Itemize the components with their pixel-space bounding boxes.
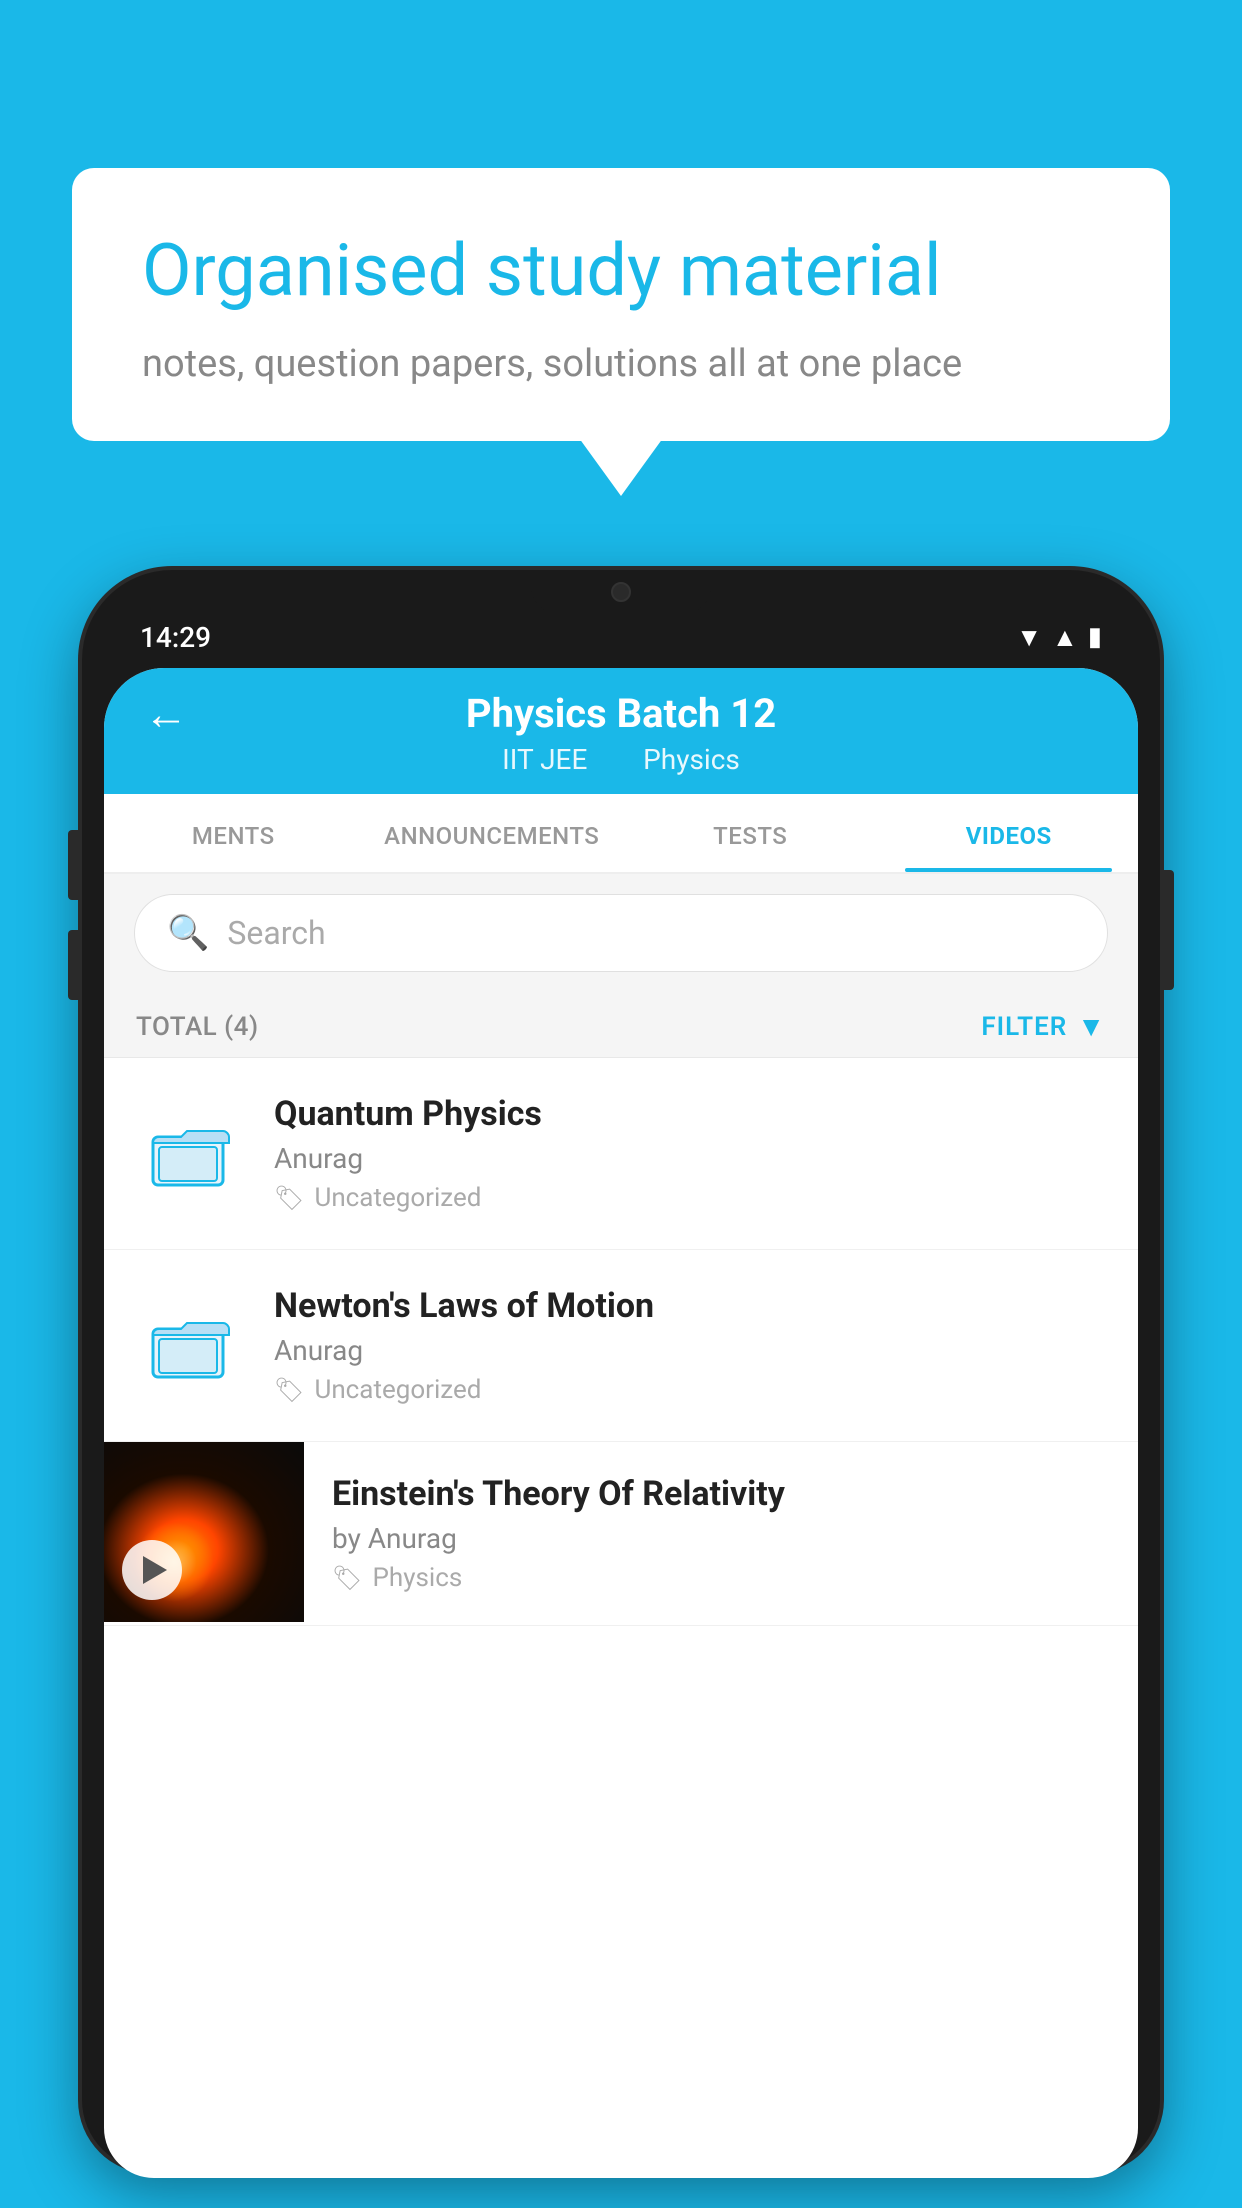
- search-icon: 🔍: [167, 913, 209, 953]
- bubble-title: Organised study material: [142, 228, 1100, 314]
- tag-label: Uncategorized: [314, 1375, 481, 1405]
- thumb-item-info: Einstein's Theory Of Relativity by Anura…: [304, 1442, 1138, 1625]
- wifi-icon: ▼: [1016, 622, 1042, 653]
- power-button: [1160, 870, 1174, 990]
- header-title: Physics Batch 12: [466, 690, 776, 737]
- speech-bubble: Organised study material notes, question…: [72, 168, 1170, 441]
- tag-label: Uncategorized: [314, 1183, 481, 1213]
- tab-ments[interactable]: MENTS: [104, 794, 363, 872]
- search-container: 🔍 Search: [104, 874, 1138, 992]
- video-list: Quantum Physics Anurag 🏷 Uncategorized: [104, 1058, 1138, 1626]
- item-info: Quantum Physics Anurag 🏷 Uncategorized: [274, 1094, 1106, 1213]
- item-tag: 🏷 Uncategorized: [274, 1183, 1106, 1213]
- status-icons: ▼ ▲ ▮: [1016, 622, 1102, 653]
- phone-screen: ← Physics Batch 12 IIT JEE Physics MENTS…: [104, 668, 1138, 2178]
- tag-icon: 🏷: [274, 1184, 304, 1212]
- tab-videos[interactable]: VIDEOS: [880, 794, 1139, 872]
- thumb-background: [104, 1442, 304, 1622]
- battery-icon: ▮: [1088, 622, 1102, 652]
- item-author: Anurag: [274, 1334, 1106, 1367]
- tag-icon: 🏷: [332, 1564, 362, 1592]
- filter-funnel-icon: ▼: [1077, 1010, 1106, 1043]
- side-buttons-left: [68, 830, 82, 1000]
- video-item[interactable]: Quantum Physics Anurag 🏷 Uncategorized: [104, 1058, 1138, 1250]
- tab-tests[interactable]: TESTS: [621, 794, 880, 872]
- camera: [611, 582, 631, 602]
- tag-icon: 🏷: [274, 1376, 304, 1404]
- folder-icon: [151, 1311, 231, 1381]
- phone-frame: 14:29 ▼ ▲ ▮ ← Physics Batch 12 IIT JEE P…: [82, 570, 1160, 2208]
- volume-down-button: [68, 930, 82, 1000]
- header-row: ← Physics Batch 12: [144, 690, 1098, 737]
- play-triangle-icon: [143, 1556, 167, 1584]
- bubble-subtitle: notes, question papers, solutions all at…: [142, 342, 1100, 386]
- item-author: by Anurag: [332, 1522, 1110, 1555]
- item-author: Anurag: [274, 1142, 1106, 1175]
- item-tag: 🏷 Uncategorized: [274, 1375, 1106, 1405]
- item-info: Newton's Laws of Motion Anurag 🏷 Uncateg…: [274, 1286, 1106, 1405]
- header-subtitle: IIT JEE Physics: [488, 743, 754, 776]
- side-buttons-right: [1160, 870, 1174, 990]
- search-placeholder: Search: [227, 914, 325, 952]
- folder-icon: [151, 1119, 231, 1189]
- status-time: 14:29: [140, 621, 211, 654]
- video-thumbnail: [104, 1442, 304, 1622]
- item-tag: 🏷 Physics: [332, 1563, 1110, 1593]
- item-title: Newton's Laws of Motion: [274, 1286, 1106, 1326]
- item-icon-wrap: [136, 1311, 246, 1381]
- video-item-thumb[interactable]: Einstein's Theory Of Relativity by Anura…: [104, 1442, 1138, 1626]
- item-icon-wrap: [136, 1119, 246, 1189]
- search-bar[interactable]: 🔍 Search: [134, 894, 1108, 972]
- total-label: TOTAL (4): [136, 1012, 259, 1042]
- tabs-bar: MENTS ANNOUNCEMENTS TESTS VIDEOS: [104, 794, 1138, 874]
- tab-announcements[interactable]: ANNOUNCEMENTS: [363, 794, 622, 872]
- subtitle-iitjee: IIT JEE: [502, 743, 587, 776]
- notch: [531, 570, 711, 614]
- speech-bubble-wrapper: Organised study material notes, question…: [72, 168, 1170, 441]
- tag-label: Physics: [372, 1563, 462, 1593]
- item-title: Quantum Physics: [274, 1094, 1106, 1134]
- filter-row: TOTAL (4) FILTER ▼: [104, 992, 1138, 1058]
- phone-outer: 14:29 ▼ ▲ ▮ ← Physics Batch 12 IIT JEE P…: [82, 570, 1160, 2170]
- back-button[interactable]: ←: [144, 688, 188, 740]
- app-header: ← Physics Batch 12 IIT JEE Physics: [104, 668, 1138, 794]
- play-button[interactable]: [122, 1540, 182, 1600]
- filter-button[interactable]: FILTER ▼: [981, 1010, 1106, 1043]
- volume-up-button: [68, 830, 82, 900]
- video-item[interactable]: Newton's Laws of Motion Anurag 🏷 Uncateg…: [104, 1250, 1138, 1442]
- item-title: Einstein's Theory Of Relativity: [332, 1474, 1110, 1514]
- signal-icon: ▲: [1052, 622, 1078, 653]
- filter-label: FILTER: [981, 1012, 1067, 1042]
- subtitle-physics: Physics: [643, 743, 740, 776]
